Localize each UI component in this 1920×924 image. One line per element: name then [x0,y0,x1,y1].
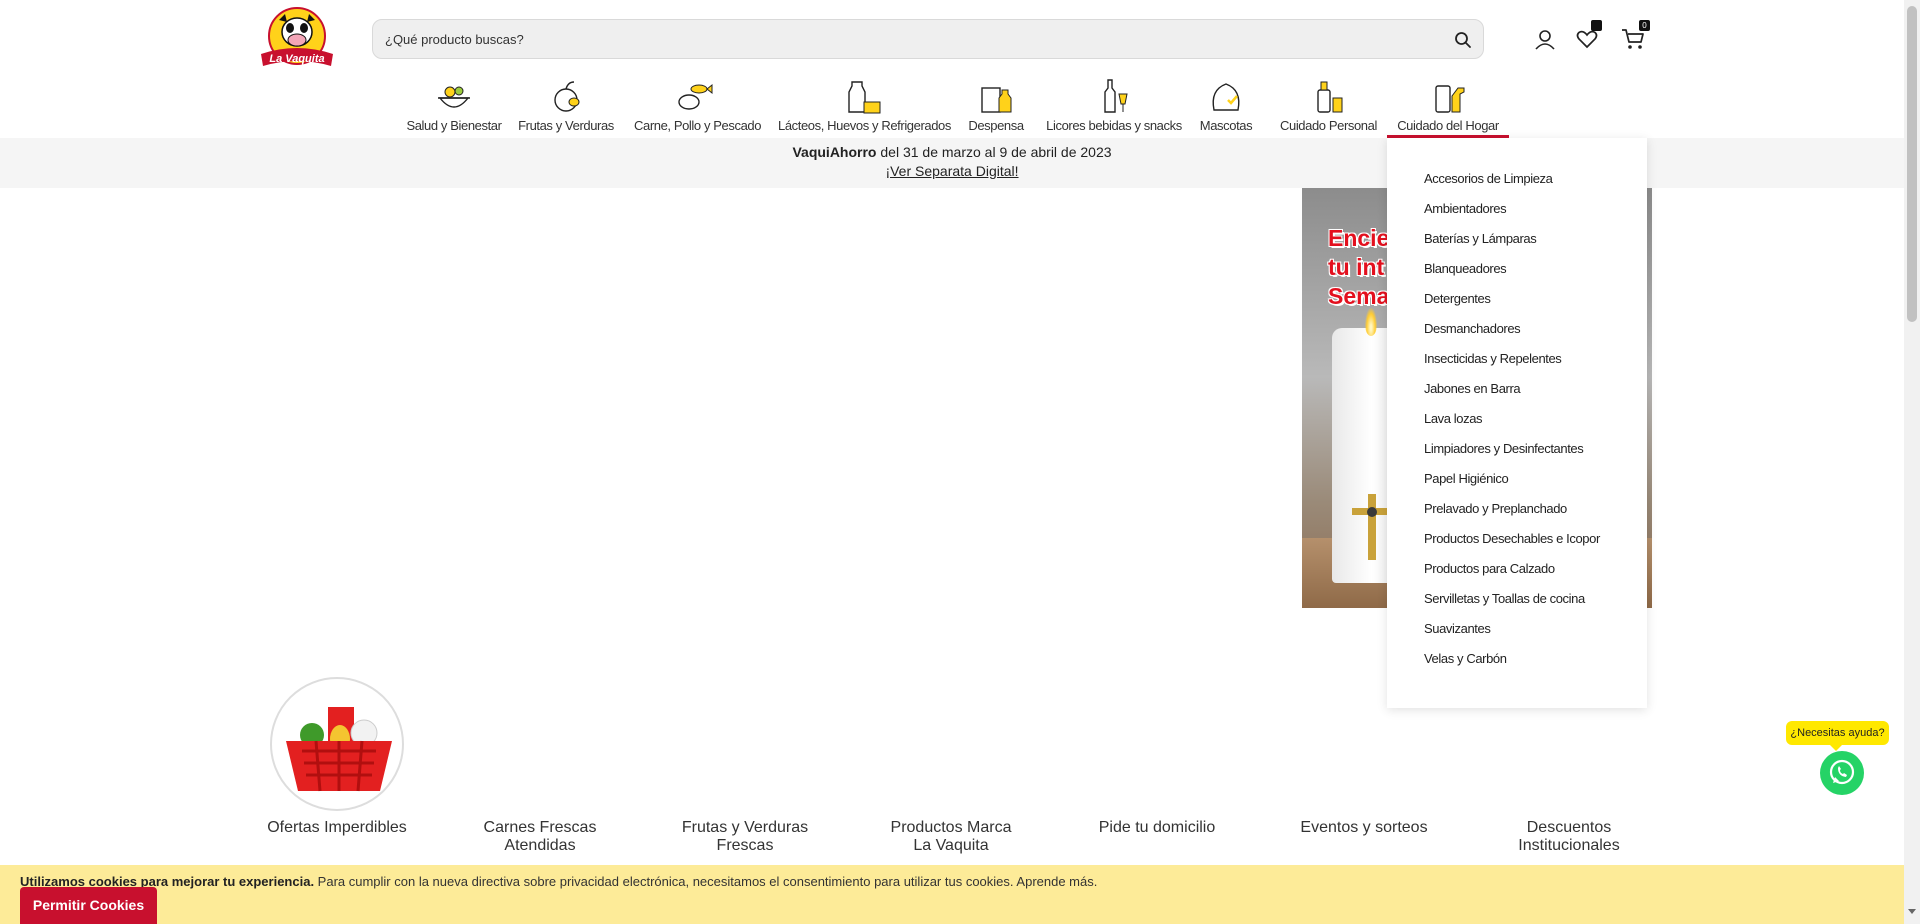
cookie-message: Utilizamos cookies para mejorar tu exper… [20,874,1097,889]
banner-line-2: tu int [1328,254,1385,280]
search-icon[interactable] [1453,30,1473,50]
page-scrollbar[interactable] [1904,0,1920,924]
category-label: Carne, Pollo y Pescado [634,118,762,133]
category-label: Frutas y Verduras [518,118,614,133]
la-vaquita-logo[interactable]: La Vaquita [257,6,337,72]
ofertas-basket-image[interactable] [270,677,404,811]
shortcut-label: Productos Marca [890,819,1012,836]
category-label: Salud y Bienestar [406,118,502,133]
subcategory-item[interactable]: Insecticidas y Repelentes [1387,352,1647,382]
promo-dates: del 31 de marzo al 9 de abril de 2023 [876,144,1112,160]
category-frutas-y-verduras[interactable]: Frutas y Verduras [518,72,614,138]
cookie-learn-more-link[interactable]: Aprende más. [1016,874,1097,889]
candle-flame [1365,308,1377,336]
shortcut-carnes-frescas[interactable]: Carnes Frescas Atendidas [470,819,610,855]
fruit-basket-icon [544,76,588,116]
banner-line-1: Encie [1328,225,1390,251]
shortcut-ofertas-imperdibles[interactable]: Ofertas Imperdibles [262,819,412,837]
shortcut-eventos-y-sorteos[interactable]: Eventos y sorteos [1286,819,1442,837]
category-cuidado-personal[interactable]: Cuidado Personal [1280,72,1377,138]
whatsapp-icon [1829,759,1855,785]
category-carne-pollo-pescado[interactable]: Carne, Pollo y Pescado [634,72,762,138]
cookie-bar: Utilizamos cookies para mejorar tu exper… [0,865,1904,924]
home-cleaning-icon [1426,76,1470,116]
category-label: Cuidado del Hogar [1397,118,1499,133]
banner-line-3: Sema [1328,283,1390,309]
subcategory-item[interactable]: Productos para Calzado [1387,562,1647,592]
subcategory-item[interactable]: Servilletas y Toallas de cocina [1387,592,1647,622]
subcategory-item[interactable]: Productos Desechables e Icopor [1387,532,1647,562]
category-despensa[interactable]: Despensa [966,72,1026,138]
subcategory-item[interactable]: Lava lozas [1387,412,1647,442]
search-bar [372,19,1484,59]
shortcut-nav: Ofertas Imperdibles Carnes Frescas Atend… [0,819,1904,859]
category-lacteos-huevos-refrigerados[interactable]: Lácteos, Huevos y Refrigerados [778,72,951,138]
bottle-glass-icon [1092,76,1136,116]
subcategory-item[interactable]: Prelavado y Preplanchado [1387,502,1647,532]
help-bubble[interactable]: ¿Necesitas ayuda? [1786,721,1889,751]
shortcut-pide-tu-domicilio[interactable]: Pide tu domicilio [1082,819,1232,837]
subcategory-item[interactable]: Suavizantes [1387,622,1647,652]
cookie-text: Para cumplir con la nueva directiva sobr… [314,874,1017,889]
subcategory-item[interactable]: Blanqueadores [1387,262,1647,292]
subcategory-item[interactable]: Limpiadores y Desinfectantes [1387,442,1647,472]
category-label: Lácteos, Huevos y Refrigerados [778,118,951,133]
subcategory-item[interactable]: Jabones en Barra [1387,382,1647,412]
shortcut-descuentos-institucionales[interactable]: Descuentos Institucionales [1494,819,1644,855]
shortcut-label-2: Atendidas [504,837,576,854]
svg-text:La Vaquita: La Vaquita [269,53,324,65]
subcategory-item[interactable]: Detergentes [1387,292,1647,322]
salad-bowl-icon [432,76,476,116]
subcategory-list: Accesorios de Limpieza Ambientadores Bat… [1387,138,1647,682]
subcategory-item[interactable]: Desmanchadores [1387,322,1647,352]
shortcut-label: Descuentos [1526,819,1612,836]
category-licores-bebidas-snacks[interactable]: Licores bebidas y snacks [1046,72,1182,138]
scroll-down-arrow-icon[interactable] [1908,909,1916,914]
wishlist-count-badge [1591,20,1602,31]
category-cuidado-del-hogar[interactable]: Cuidado del Hogar [1387,72,1509,138]
banner-headline: Encie tu int Sema [1328,224,1389,311]
category-salud-y-bienestar[interactable]: Salud y Bienestar [406,72,502,138]
cart-count-badge: 0 [1639,20,1650,31]
search-input[interactable] [385,20,1425,58]
page: La Vaquita 0 Salud y Bienestar Frutas [0,0,1920,924]
personal-care-icon [1306,76,1350,116]
shortcut-label: Pide tu domicilio [1098,819,1216,836]
category-label: Cuidado Personal [1280,118,1377,133]
user-account-icon[interactable] [1532,27,1558,53]
shortcut-label: Ofertas Imperdibles [267,819,407,836]
shortcut-label-2: Frescas [716,837,774,854]
whatsapp-button[interactable] [1820,751,1864,795]
category-label: Mascotas [1199,118,1253,133]
subcategory-item[interactable]: Accesorios de Limpieza [1387,172,1647,202]
category-label: Despensa [968,118,1024,133]
promo-brand: VaquiAhorro [792,144,877,160]
allow-cookies-button[interactable]: Permitir Cookies [20,887,157,924]
pantry-icon [974,76,1018,116]
shortcut-frutas-verduras-frescas[interactable]: Frutas y Verduras Frescas [670,819,820,855]
shortcut-label-2: La Vaquita [913,837,989,854]
shortcut-label: Frutas y Verduras [681,819,809,836]
milk-cheese-icon [840,76,884,116]
shortcut-label: Eventos y sorteos [1300,819,1428,836]
shortcut-productos-marca[interactable]: Productos Marca La Vaquita [876,819,1026,855]
pet-icon [1204,76,1248,116]
meat-fish-icon [671,76,715,116]
cuidado-del-hogar-dropdown: Accesorios de Limpieza Ambientadores Bat… [1387,138,1647,708]
subcategory-item[interactable]: Baterías y Lámparas [1387,232,1647,262]
scrollbar-thumb[interactable] [1907,6,1917,322]
subcategory-item[interactable]: Ambientadores [1387,202,1647,232]
shortcut-label-2: Institucionales [1518,837,1620,854]
category-label: Licores bebidas y snacks [1046,118,1182,133]
subcategory-item[interactable]: Papel Higiénico [1387,472,1647,502]
shortcut-label: Carnes Frescas [483,819,597,836]
subcategory-item[interactable]: Velas y Carbón [1387,652,1647,682]
category-mascotas[interactable]: Mascotas [1196,72,1256,138]
